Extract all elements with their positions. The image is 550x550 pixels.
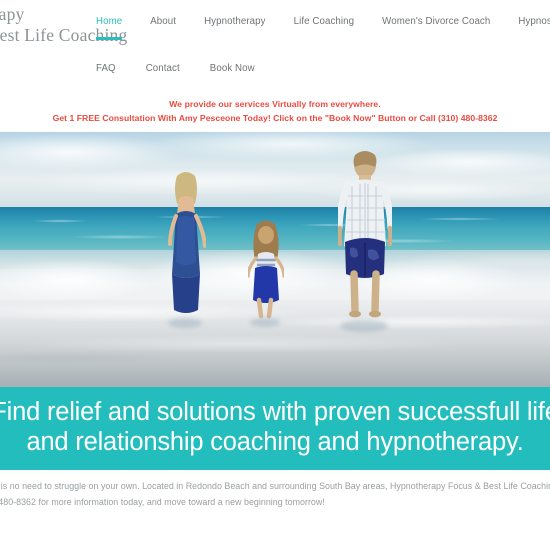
hero-headline-line-2: and relationship coaching and hypnothera… [26, 428, 524, 456]
nav-item-home-label: Home [96, 16, 123, 27]
hero-headline: Find relief and solutions with proven su… [0, 397, 550, 457]
hero-reflection-woman [168, 318, 202, 328]
hero-reflection-man [340, 320, 388, 332]
intro-line-1: There is no need to struggle on your own… [0, 481, 550, 491]
promo-line-1: We provide our services Virtually from e… [169, 99, 381, 109]
hero-headline-line-1: Find relief and solutions with proven su… [0, 398, 550, 426]
promo-line-2: Get 1 FREE Consultation With Amy Pesceon… [52, 113, 498, 123]
hero-reflection-girl [250, 318, 280, 327]
nav-item-womens-divorce-coach[interactable]: Women's Divorce Coach [382, 16, 490, 28]
nav-item-about[interactable]: About [150, 16, 176, 28]
hero-headline-banner: Find relief and solutions with proven su… [0, 387, 550, 470]
nav-item-book-now[interactable]: Book Now [210, 63, 255, 75]
nav-item-contact[interactable]: Contact [146, 63, 180, 75]
nav-item-faq[interactable]: FAQ [96, 63, 116, 75]
intro-paragraph-inner: There is no need to struggle on your own… [0, 478, 550, 510]
nav-item-hypnosis-tapes[interactable]: Hypnosis Tapes [518, 16, 550, 28]
intro-line-2: (310) 480-8362 for more information toda… [0, 497, 325, 507]
nav-item-home[interactable]: Home [96, 16, 123, 40]
promo-banner: We provide our services Virtually from e… [0, 92, 550, 132]
hero-figure-man [338, 151, 392, 318]
nav-active-underline [96, 37, 122, 40]
hero-image [0, 132, 550, 387]
main-navigation: Home About Hypnotherapy Life Coaching Wo… [96, 0, 550, 92]
nav-row-primary: Home About Hypnotherapy Life Coaching Wo… [96, 16, 550, 40]
page-root: Hypnotherapy Focus & Best Life Coaching … [0, 0, 550, 550]
nav-row-secondary: FAQ Contact Book Now [96, 63, 285, 75]
site-header: Hypnotherapy Focus & Best Life Coaching … [0, 0, 550, 92]
hero-figure-girl [248, 220, 284, 319]
hero-clouds [0, 132, 550, 208]
nav-item-life-coaching[interactable]: Life Coaching [294, 16, 355, 28]
hero-figure-woman [168, 172, 206, 313]
intro-paragraph: There is no need to struggle on your own… [0, 478, 550, 522]
nav-item-hypnotherapy[interactable]: Hypnotherapy [204, 16, 266, 28]
